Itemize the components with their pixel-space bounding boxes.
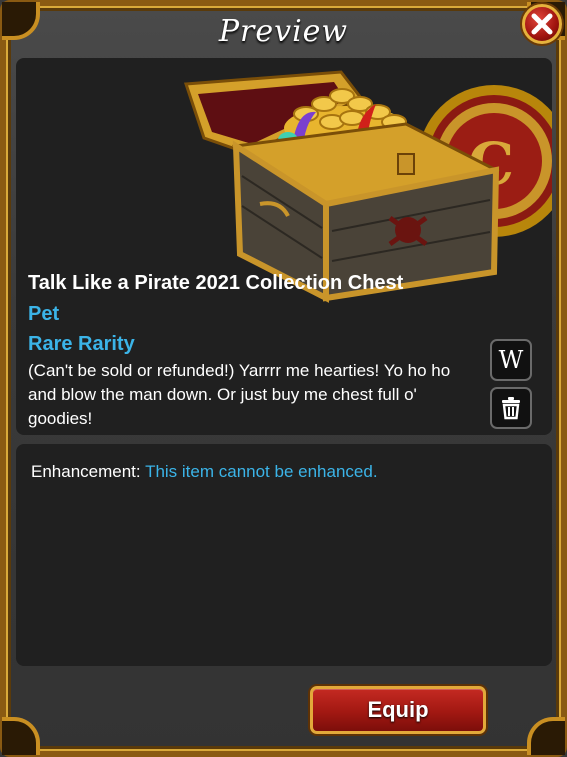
item-info-panel: C Talk Like a Pirate 2021 Collection Che… <box>16 58 552 435</box>
item-rarity: Rare Rarity <box>28 333 135 355</box>
close-button[interactable] <box>522 4 562 44</box>
enhancement-line: Enhancement: This item cannot be enhance… <box>31 462 378 482</box>
item-name: Talk Like a Pirate 2021 Collection Chest <box>28 272 404 294</box>
corner-ornament <box>2 717 40 755</box>
enhancement-value: This item cannot be enhanced. <box>145 462 378 481</box>
wiki-button[interactable]: W <box>490 339 532 381</box>
window-title: Preview <box>218 14 349 49</box>
enhancement-panel: Enhancement: This item cannot be enhance… <box>16 444 552 666</box>
trash-icon <box>502 397 520 420</box>
enhancement-label: Enhancement: <box>31 462 141 481</box>
item-description: (Can't be sold or refunded!) Yarrrr me h… <box>28 361 451 428</box>
delete-button[interactable] <box>490 387 532 429</box>
corner-ornament <box>527 717 565 755</box>
close-icon <box>531 13 553 35</box>
wiki-icon: W <box>498 346 524 374</box>
equip-button[interactable]: Equip <box>310 686 486 734</box>
item-type: Pet <box>28 303 60 325</box>
